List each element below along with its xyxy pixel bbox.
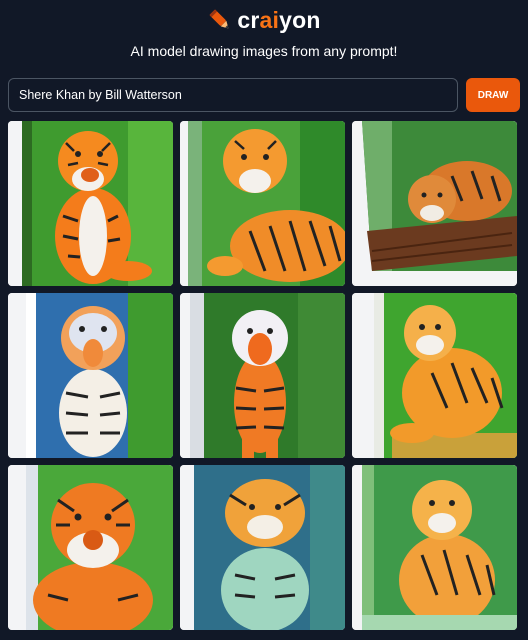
draw-button[interactable]: DRAW [466,78,520,112]
generated-image-9[interactable] [352,465,517,630]
logo-prefix: cr [237,6,260,33]
generated-image-7[interactable] [8,465,173,630]
generated-image-3[interactable] [352,121,517,286]
pencil-icon [209,9,229,29]
logo-suffix: yon [279,6,321,33]
tagline: AI model drawing images from any prompt! [130,43,398,59]
generated-image-6[interactable] [352,293,517,458]
generated-image-4[interactable] [8,293,173,458]
prompt-input[interactable] [8,78,458,112]
logo-ai: ai [259,6,280,33]
generated-image-5[interactable] [180,293,345,458]
generated-image-2[interactable] [180,121,345,286]
logo-wordmark: craiyon [237,7,320,34]
generated-image-8[interactable] [180,465,345,630]
header: craiyon [0,0,528,40]
generated-image-1[interactable] [8,121,173,286]
image-grid [8,121,517,630]
craiyon-logo[interactable]: craiyon [207,7,320,34]
